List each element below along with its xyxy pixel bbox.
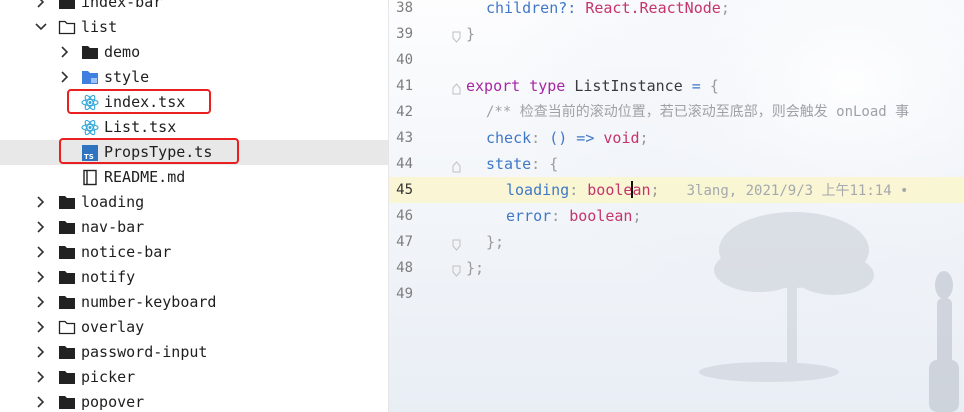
folder-open-icon (58, 19, 76, 36)
tree-item-list[interactable]: list (0, 15, 388, 40)
code-line-41[interactable]: 41 export type ListInstance = { (389, 73, 964, 99)
folder-icon (58, 269, 76, 286)
folder-outline-icon (58, 319, 76, 336)
tree-item-notice-bar[interactable]: notice-bar (0, 240, 388, 265)
chevron-right-icon[interactable] (35, 0, 45, 9)
folder-icon (81, 44, 99, 61)
code-line-47[interactable]: 47 }; (389, 229, 964, 255)
chevron-right-icon[interactable] (35, 220, 45, 234)
code-line-48[interactable]: 48 }; (389, 255, 964, 281)
chevron-right-icon[interactable] (35, 245, 45, 259)
folder-icon (58, 369, 76, 386)
fold-marker-icon[interactable] (452, 80, 461, 95)
tree-item-notify[interactable]: notify (0, 265, 388, 290)
file-explorer: index-bar list demo style index.tsx List… (0, 0, 389, 412)
fold-marker-icon[interactable] (452, 236, 461, 251)
tree-item-index-bar[interactable]: index-bar (0, 0, 388, 15)
fold-marker-icon[interactable] (452, 262, 461, 277)
chevron-right-icon[interactable] (35, 195, 45, 209)
tree-item-demo[interactable]: demo (0, 40, 388, 65)
tree-item-overlay[interactable]: overlay (0, 315, 388, 340)
code-line-43[interactable]: 43 check: () => void; (389, 125, 964, 151)
highlight-box-index-tsx (67, 89, 211, 114)
chevron-right-icon[interactable] (35, 270, 45, 284)
chevron-right-icon[interactable] (35, 395, 45, 409)
code-line-39[interactable]: 39 } (389, 21, 964, 47)
code-line-44[interactable]: 44 state: { (389, 151, 964, 177)
folder-icon (58, 244, 76, 261)
chevron-right-icon[interactable] (35, 345, 45, 359)
chevron-down-icon[interactable] (35, 20, 47, 34)
fold-marker-icon[interactable] (452, 158, 461, 173)
code-line-40[interactable]: 40 (389, 47, 964, 73)
react-icon (81, 119, 99, 136)
tree-item-password-input[interactable]: password-input (0, 340, 388, 365)
style-folder-icon (81, 69, 99, 86)
tree-item-style[interactable]: style (0, 65, 388, 90)
tree-item-readme-md[interactable]: README.md (0, 165, 388, 190)
chevron-right-icon[interactable] (35, 295, 45, 309)
code-line-49[interactable]: 49 (389, 281, 964, 307)
folder-icon (58, 0, 76, 11)
tree-item-list-tsx[interactable]: List.tsx (0, 115, 388, 140)
book-icon (81, 169, 99, 186)
folder-icon (58, 394, 76, 411)
folder-icon (58, 344, 76, 361)
tree-item-nav-bar[interactable]: nav-bar (0, 215, 388, 240)
tree-item-loading[interactable]: loading (0, 190, 388, 215)
chevron-right-icon[interactable] (35, 320, 45, 334)
folder-icon (58, 294, 76, 311)
fold-marker-icon[interactable] (452, 28, 461, 43)
code-line-46[interactable]: 46 error: boolean; (389, 203, 964, 229)
code-editor[interactable]: 38 children?: React.ReactNode; 39 } 40 4… (389, 0, 964, 412)
tree-item-picker[interactable]: picker (0, 365, 388, 390)
code-line-45[interactable]: 45 loading: boolean; 3lang, 2021/9/3 上午1… (389, 177, 964, 203)
chevron-right-icon[interactable] (59, 45, 69, 59)
code-line-38[interactable]: 38 children?: React.ReactNode; (389, 0, 964, 21)
tree-item-number-keyboard[interactable]: number-keyboard (0, 290, 388, 315)
git-blame-annotation: 3lang, 2021/9/3 上午11:14 • (686, 183, 909, 199)
tree-item-popover[interactable]: popover (0, 390, 388, 412)
folder-icon (58, 194, 76, 211)
chevron-right-icon[interactable] (35, 370, 45, 384)
code-line-42[interactable]: 42 /** 检查当前的滚动位置，若已滚动至底部，则会触发 onLoad 事 (389, 99, 964, 125)
folder-icon (58, 219, 76, 236)
highlight-box-propstype-ts (59, 138, 239, 164)
chevron-right-icon[interactable] (59, 70, 69, 84)
